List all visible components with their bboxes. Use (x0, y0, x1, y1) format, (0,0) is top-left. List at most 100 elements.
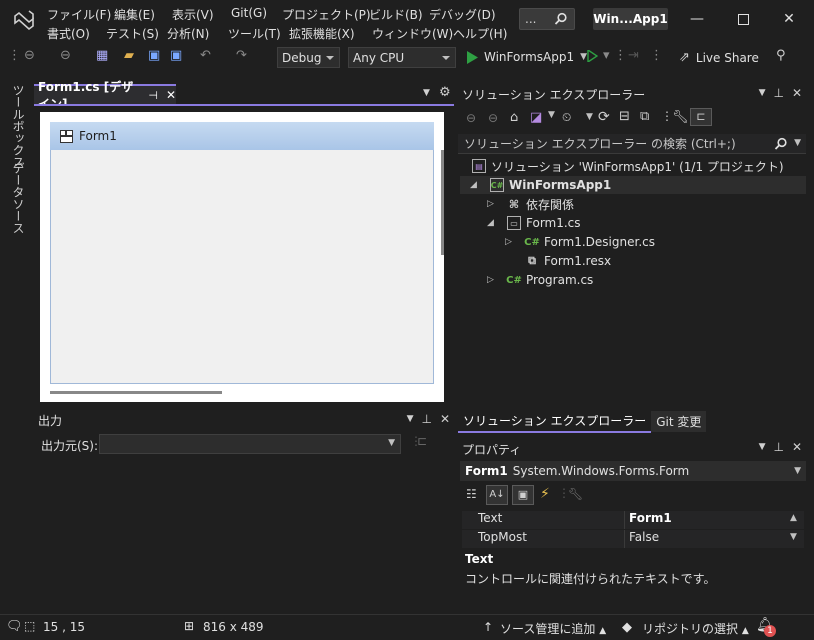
chevron-down-icon[interactable]: ▼ (794, 138, 801, 148)
pin-icon[interactable]: ⊥ (773, 440, 783, 454)
menu-file[interactable]: ファイル(F) (47, 6, 111, 23)
panel-menu-icon[interactable]: ▼ (759, 442, 766, 454)
close-icon[interactable]: ✕ (792, 86, 802, 100)
pin-icon[interactable]: ⊣ (148, 89, 158, 102)
menu-extensions[interactable]: 拡張機能(X) (289, 25, 355, 42)
refresh-icon[interactable]: ⟳ (598, 109, 610, 125)
output-source-dropdown[interactable]: ▼ (99, 434, 401, 454)
redo-icon[interactable]: ↷ (236, 48, 247, 63)
expanded-arrow-icon[interactable]: ◢ (487, 218, 497, 228)
tree-item-solution[interactable]: ▤ ソリューション 'WinFormsApp1' (1/1 プロジェクト) (472, 157, 784, 175)
collapsed-arrow-icon[interactable]: ▷ (505, 237, 515, 247)
scroll-down-icon[interactable]: ▼ (790, 532, 797, 542)
properties-wrench-icon[interactable]: 🔧︎ (672, 110, 689, 125)
minimize-button[interactable]: — (682, 8, 712, 30)
live-share-button[interactable]: ⇗ Live Share (679, 50, 759, 65)
back-icon[interactable]: ⊖ (466, 111, 476, 125)
settings-gear-icon[interactable]: ⚙ (439, 85, 451, 100)
events-lightning-icon[interactable]: ⚡ (540, 486, 550, 502)
property-value[interactable]: False (624, 530, 804, 548)
tree-item-form1-cs[interactable]: ◢ ▭ Form1.cs (487, 214, 581, 232)
property-pages-wrench-icon[interactable]: 🔧︎ (568, 487, 583, 501)
tab-git-changes[interactable]: Git 変更 (651, 410, 707, 432)
add-to-source-control[interactable]: ソース管理に追加 ▲ (500, 620, 606, 637)
menu-analyze[interactable]: 分析(N) (167, 25, 209, 42)
start-debugging-button[interactable]: WinFormsApp1 ▼ (466, 48, 587, 66)
collapsed-arrow-icon[interactable]: ▷ (487, 275, 497, 285)
preview-selected-items-icon[interactable]: ⊏ (690, 108, 712, 126)
menu-format[interactable]: 書式(O) (47, 25, 90, 42)
scroll-up-icon[interactable]: ▲ (790, 513, 797, 523)
tab-list-dropdown-icon[interactable]: ▼ (423, 88, 430, 98)
start-without-debugging-icon[interactable] (587, 50, 598, 62)
select-repository[interactable]: リポジトリの選択 ▲ (642, 620, 749, 637)
panel-menu-icon[interactable]: ▼ (759, 88, 766, 100)
categorized-icon[interactable]: ☷ (466, 487, 477, 501)
menu-window[interactable]: ウィンドウ(W) (372, 25, 453, 42)
designer-vertical-scrollbar[interactable] (441, 150, 444, 255)
navigate-forward-icon[interactable]: ⊖ (60, 48, 71, 63)
tree-item-form1-resx[interactable]: ⧉ Form1.resx (525, 252, 611, 270)
properties-object-selector[interactable]: Form1 System.Windows.Forms.Form ▼ (460, 461, 806, 481)
save-icon[interactable]: ▣ (148, 48, 160, 63)
property-row-text[interactable]: Text Form1 (462, 511, 804, 529)
menu-debug[interactable]: デバッグ(D) (429, 6, 496, 23)
clear-all-icon[interactable]: ⊏ (417, 434, 427, 448)
close-button[interactable]: ✕ (774, 8, 804, 30)
tree-item-dependencies[interactable]: ▷ ⌘ 依存関係 (487, 195, 574, 213)
collapsed-arrow-icon[interactable]: ▷ (487, 199, 497, 209)
chevron-down-icon[interactable]: ▼ (586, 112, 593, 122)
form1-title-bar[interactable]: Form1 (50, 122, 434, 150)
output-window-icon[interactable]: 🗨︎ (6, 619, 23, 634)
undo-icon[interactable]: ↶ (200, 48, 211, 63)
toolbox-tab[interactable]: ツールボックス (10, 84, 27, 168)
menu-tools[interactable]: ツール(T) (228, 25, 281, 42)
close-icon[interactable]: ✕ (792, 440, 802, 454)
chevron-down-icon[interactable]: ▼ (548, 110, 555, 120)
menu-help[interactable]: ヘルプ(H) (453, 25, 507, 42)
property-value[interactable]: Form1 (624, 511, 804, 529)
menu-build[interactable]: ビルド(B) (369, 6, 423, 23)
navigate-back-icon[interactable]: ⊖ (24, 48, 35, 63)
tab-solution-explorer[interactable]: ソリューション エクスプローラー (458, 409, 652, 433)
menu-test[interactable]: テスト(S) (106, 25, 159, 42)
menu-git[interactable]: Git(G) (231, 6, 267, 20)
switch-views-icon[interactable]: ◪ (530, 110, 542, 125)
maximize-button[interactable] (728, 8, 758, 30)
pin-icon[interactable]: ⊥ (421, 412, 431, 426)
properties-view-icon[interactable]: ▣ (512, 485, 534, 505)
tree-item-project[interactable]: ◢ C# WinFormsApp1 (460, 176, 806, 194)
save-all-icon[interactable]: ▣ (170, 48, 182, 63)
property-row-topmost[interactable]: TopMost False (462, 530, 804, 548)
pending-changes-icon[interactable]: ⏲ (562, 110, 571, 125)
configuration-dropdown[interactable]: Debug (277, 47, 340, 68)
forward-icon[interactable]: ⊖ (488, 111, 498, 125)
designer-horizontal-scrollbar[interactable] (50, 391, 222, 394)
toolbar-dropdown-icon[interactable]: ▾ (603, 48, 610, 63)
alphabetical-icon[interactable]: A↓ (486, 485, 508, 505)
home-icon[interactable]: ⌂ (510, 110, 518, 125)
tree-item-program-cs[interactable]: ▷ C# Program.cs (487, 271, 593, 289)
tree-item-form1-designer[interactable]: ▷ C# Form1.Designer.cs (505, 233, 655, 251)
feedback-icon[interactable]: ⚲ (776, 48, 786, 63)
menu-edit[interactable]: 編集(E) (114, 6, 155, 23)
search-box[interactable]: ... (519, 8, 575, 30)
pin-icon[interactable]: ⊥ (773, 86, 783, 100)
menu-project[interactable]: プロジェクト(P) (282, 6, 371, 23)
close-tab-icon[interactable]: ✕ (166, 88, 176, 102)
menu-view[interactable]: 表示(V) (172, 6, 214, 23)
expanded-arrow-icon[interactable]: ◢ (470, 180, 480, 190)
solution-explorer-search[interactable]: ソリューション エクスプローラー の検索 (Ctrl+;) ▼ (458, 134, 806, 154)
solution-name-badge[interactable]: Win...App1 (593, 8, 668, 30)
panel-menu-icon[interactable]: ▼ (407, 414, 414, 426)
close-icon[interactable]: ✕ (440, 412, 450, 426)
collapse-all-icon[interactable]: ⊟ (619, 109, 630, 124)
open-folder-icon[interactable]: ▰ (124, 48, 134, 63)
data-sources-tab[interactable]: データソース (10, 162, 27, 234)
visual-studio-logo-icon[interactable] (12, 8, 36, 32)
designer-document-tab[interactable]: Form1.cs [デザイン] ⊣ ✕ (34, 80, 176, 111)
show-all-files-icon[interactable]: ⧉ (640, 109, 649, 124)
new-project-icon[interactable]: ▦ (96, 48, 108, 63)
form1-designer-window[interactable] (50, 122, 434, 384)
platform-dropdown[interactable]: Any CPU (348, 47, 456, 68)
